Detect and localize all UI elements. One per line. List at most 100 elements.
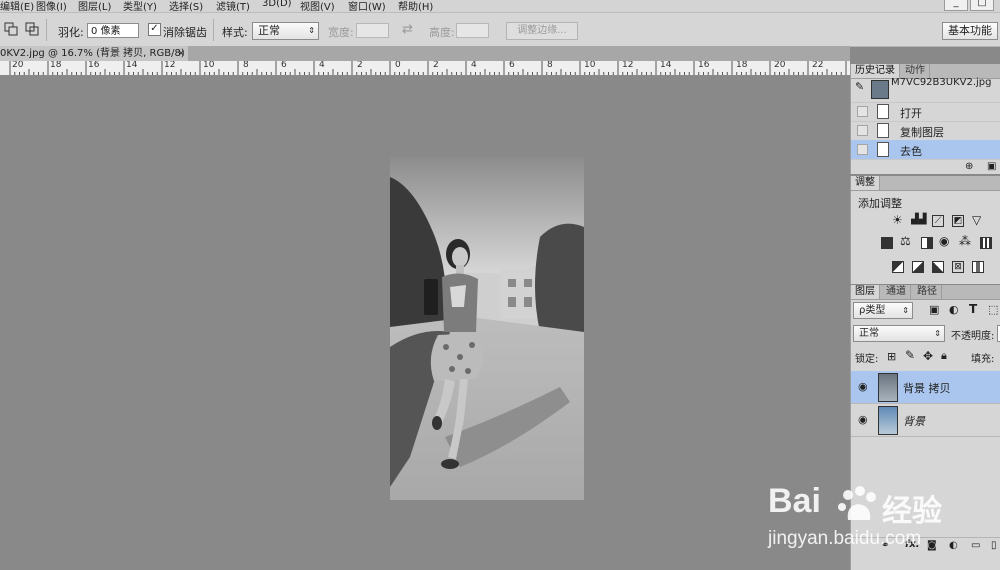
- tab-paths[interactable]: 路径: [913, 285, 942, 299]
- baidu-watermark: Bai 经验 jingyan.baidu.com: [760, 482, 1000, 570]
- width-input[interactable]: [356, 23, 389, 38]
- menu-select[interactable]: 选择(S): [169, 0, 203, 12]
- style-select[interactable]: 正常 ⇕: [252, 22, 319, 40]
- menu-image[interactable]: 图像(I): [36, 0, 67, 12]
- adjustments-panel: 调整 添加调整 ☀ ▟▟ ⟋ ◩ ▽ ⚖ ◉ ⁂ ⊠: [850, 176, 1000, 284]
- tab-actions[interactable]: 动作: [901, 64, 930, 78]
- black-white-icon[interactable]: [921, 237, 933, 249]
- tab-strip: [188, 46, 850, 61]
- ruler-label: 12: [164, 61, 176, 70]
- watermark-brand: Bai: [768, 482, 821, 520]
- adjustments-panel-tabs: 调整: [851, 176, 1000, 191]
- tab-adjustments[interactable]: 调整: [851, 176, 880, 190]
- lock-all-icon[interactable]: 🔒︎: [941, 349, 947, 363]
- style-label: 样式:: [222, 26, 248, 39]
- minimize-button[interactable]: _: [944, 0, 968, 11]
- menu-view[interactable]: 视图(V): [300, 0, 335, 12]
- posterize-icon[interactable]: [912, 261, 924, 273]
- eye-icon[interactable]: ◉: [858, 413, 868, 426]
- menu-type[interactable]: 类型(Y): [123, 0, 157, 12]
- add-selection-icon[interactable]: [25, 22, 39, 36]
- tab-layers[interactable]: 图层: [851, 285, 880, 299]
- gradient-map-icon[interactable]: ⊠: [952, 261, 964, 273]
- vibrance-icon[interactable]: ▽: [972, 213, 981, 227]
- blend-mode-select[interactable]: 正常 ⇕: [853, 325, 945, 342]
- swap-icon[interactable]: ⇄: [402, 22, 413, 37]
- menu-3d[interactable]: 3D(D): [262, 0, 292, 9]
- history-snapshot[interactable]: ✎ M7VC92B3UKV2.jpg: [851, 77, 1000, 103]
- antialias-checkbox[interactable]: ✓: [148, 23, 161, 36]
- height-input[interactable]: [456, 23, 489, 38]
- eye-icon[interactable]: ◉: [858, 380, 868, 393]
- workspace-button[interactable]: 基本功能: [942, 22, 998, 40]
- refine-edge-button[interactable]: 调整边缘...: [506, 22, 578, 40]
- history-checkbox[interactable]: [857, 106, 868, 117]
- menu-filter[interactable]: 滤镜(T): [216, 0, 250, 12]
- menu-bar: 编辑(E) 图像(I) 图层(L) 类型(Y) 选择(S) 滤镜(T) 3D(D…: [0, 0, 1000, 13]
- height-label: 高度:: [429, 26, 455, 39]
- ruler-label: 4: [471, 61, 477, 70]
- color-lookup-icon[interactable]: [980, 237, 992, 249]
- restore-button[interactable]: □: [970, 0, 994, 11]
- updown-icon: ⇕: [902, 306, 909, 315]
- ruler-label: 10: [203, 61, 215, 70]
- invert-icon[interactable]: [892, 261, 904, 273]
- updown-icon: ⇕: [934, 329, 941, 338]
- history-item-desaturate[interactable]: 去色: [851, 140, 1000, 160]
- exposure-icon[interactable]: ◩: [952, 215, 964, 227]
- color-balance-icon[interactable]: ⚖: [900, 234, 911, 248]
- paw-logo-icon: [838, 486, 876, 520]
- history-item-open[interactable]: 打开: [851, 102, 1000, 122]
- menu-help[interactable]: 帮助(H): [398, 0, 433, 12]
- lock-label: 锁定:: [855, 354, 879, 365]
- levels-icon[interactable]: ▟▟: [911, 215, 926, 227]
- shape-filter-icon[interactable]: ⬚: [988, 303, 998, 316]
- new-selection-icon[interactable]: [4, 22, 18, 36]
- threshold-icon[interactable]: [932, 261, 944, 273]
- selective-color-icon[interactable]: [972, 261, 984, 273]
- ruler-label: 2: [357, 61, 363, 70]
- history-checkbox[interactable]: [857, 125, 868, 136]
- brightness-contrast-icon[interactable]: ☀: [892, 213, 903, 227]
- camera-icon[interactable]: ▣: [987, 161, 996, 172]
- hue-saturation-icon[interactable]: [881, 237, 893, 249]
- image-filter-icon[interactable]: ▣: [929, 303, 939, 316]
- updown-icon: ⇕: [308, 26, 315, 35]
- curves-icon[interactable]: ⟋: [932, 215, 944, 227]
- menu-layer[interactable]: 图层(L): [78, 0, 111, 12]
- lock-paint-icon[interactable]: ✎: [905, 348, 915, 362]
- document-icon: [877, 142, 889, 157]
- tab-channels[interactable]: 通道: [882, 285, 911, 299]
- document-icon: [877, 123, 889, 138]
- lock-move-icon[interactable]: ✥: [923, 349, 933, 363]
- layer-row-background[interactable]: ◉ 背景: [851, 404, 1000, 437]
- layer-row-background-copy[interactable]: ◉ 背景 拷贝: [851, 371, 1000, 404]
- document-tab[interactable]: 0KV2.jpg @ 16.7% (背景 拷贝, RGB/8) * ×: [0, 46, 189, 61]
- ruler-label: 16: [88, 61, 100, 70]
- menu-window[interactable]: 窗口(W): [348, 0, 386, 12]
- tab-history[interactable]: 历史记录: [851, 64, 900, 78]
- photo-filter-icon[interactable]: ◉: [939, 234, 949, 248]
- menu-edit[interactable]: 编辑(E): [0, 0, 34, 12]
- feather-input[interactable]: 0 像素: [87, 23, 139, 38]
- new-document-from-state-icon[interactable]: ⊕: [965, 161, 973, 172]
- feather-label: 羽化:: [58, 26, 84, 39]
- close-tab-icon[interactable]: ×: [177, 46, 185, 61]
- canvas-photo[interactable]: [390, 157, 584, 500]
- adjustment-filter-icon[interactable]: ◐: [949, 303, 959, 316]
- lock-transparent-icon[interactable]: ⊞: [887, 350, 896, 363]
- ruler-label: 8: [547, 61, 553, 70]
- type-filter-icon[interactable]: T: [969, 302, 977, 316]
- ruler-label: 18: [736, 61, 748, 70]
- separator: [46, 19, 47, 41]
- ruler-label: 4: [319, 61, 325, 70]
- layer-filter-select[interactable]: ρ类型 ⇕: [853, 302, 913, 319]
- history-item-label: 打开: [900, 107, 922, 120]
- snapshot-thumbnail: [871, 80, 889, 99]
- history-item-duplicate-layer[interactable]: 复制图层: [851, 121, 1000, 141]
- history-checkbox[interactable]: [857, 144, 868, 155]
- watermark-brand-suffix: 经验: [882, 494, 942, 529]
- options-bar: 羽化: 0 像素 ✓ 消除锯齿 样式: 正常 ⇕ 宽度: ⇄ 高度: 调整边缘..…: [0, 13, 1000, 47]
- ruler-label: 14: [126, 61, 138, 70]
- channel-mixer-icon[interactable]: ⁂: [959, 234, 971, 248]
